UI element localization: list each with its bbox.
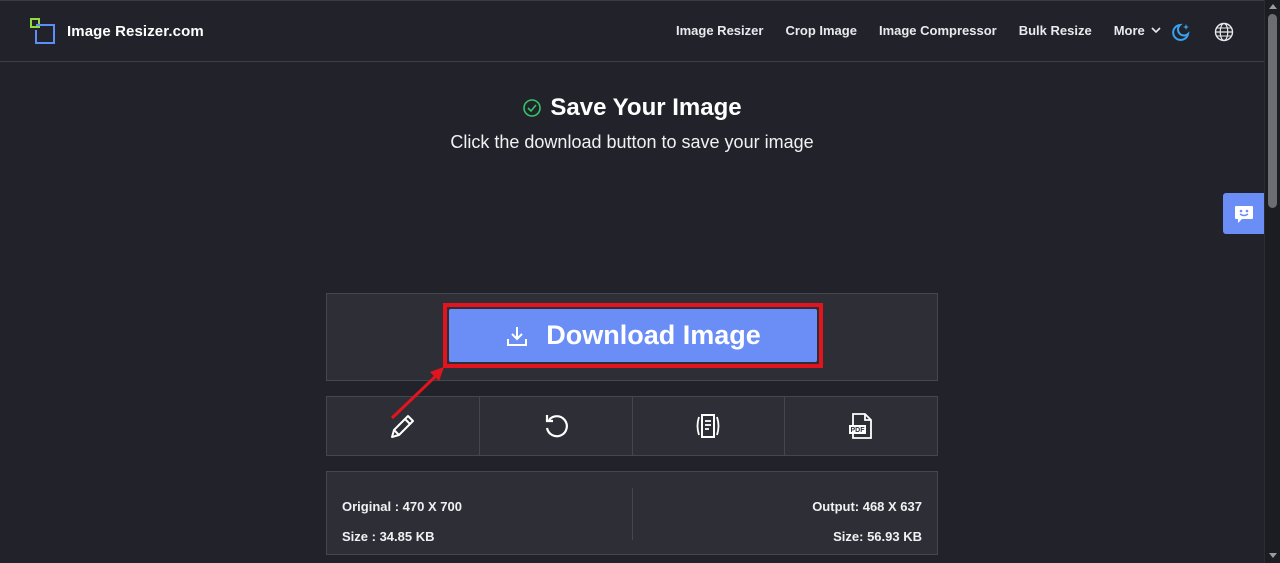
nav-item-crop-image[interactable]: Crop Image <box>785 23 857 38</box>
download-icon <box>507 326 528 346</box>
undo-tool-button[interactable] <box>480 397 633 455</box>
nav-item-bulk-resize[interactable]: Bulk Resize <box>1019 23 1092 38</box>
undo-icon <box>545 415 568 438</box>
nav-item-image-compressor[interactable]: Image Compressor <box>879 23 997 38</box>
original-size: Size : 34.85 KB <box>342 529 435 544</box>
brand-link[interactable]: Image Resizer.com <box>30 18 204 45</box>
top-navigation: Image Resizer.com Image Resizer Crop Ima… <box>0 0 1264 62</box>
document-tool-button[interactable] <box>633 397 786 455</box>
page-title: Save Your Image <box>550 94 742 121</box>
moon-icon <box>1172 23 1190 41</box>
document-icon <box>696 414 720 438</box>
chat-smile-icon <box>1234 205 1253 223</box>
nav-more-label: More <box>1113 23 1145 38</box>
main-nav: Image Resizer Crop Image Image Compresso… <box>676 23 1161 38</box>
logo-icon <box>30 18 55 44</box>
page-header: Save Your Image Click the download butto… <box>0 94 1264 153</box>
pdf-icon-text: PDF <box>851 427 866 434</box>
language-button[interactable] <box>1214 22 1234 47</box>
page-scrollbar[interactable] <box>1264 0 1280 563</box>
scroll-thumb[interactable] <box>1268 14 1277 208</box>
pdf-tool-button[interactable]: PDF <box>785 397 937 455</box>
page-subtitle: Click the download button to save your i… <box>450 132 814 152</box>
image-info-panel: Original : 470 X 700 Size : 34.85 KB Out… <box>326 471 938 555</box>
chevron-down-icon <box>1151 27 1161 34</box>
check-circle-icon <box>523 99 542 117</box>
annotation-arrow-icon <box>390 367 444 420</box>
output-size: Size: 56.93 KB <box>833 529 922 544</box>
info-divider <box>632 488 633 540</box>
download-image-button[interactable]: Download Image <box>449 309 817 362</box>
nav-more-dropdown[interactable]: More <box>1114 23 1161 38</box>
original-info: Original : 470 X 700 Size : 34.85 KB <box>342 492 462 552</box>
feedback-chat-button[interactable] <box>1223 193 1264 234</box>
download-image-label: Download Image <box>546 320 761 350</box>
scroll-up-arrow-icon[interactable] <box>1269 4 1277 9</box>
brand-name: Image Resizer.com <box>67 23 204 40</box>
title-row: Save Your Image <box>0 94 1264 122</box>
theme-toggle-button[interactable] <box>1171 22 1191 47</box>
output-info: Output: 468 X 637 Size: 56.93 KB <box>812 492 922 552</box>
original-dimensions: Original : 470 X 700 <box>342 499 462 514</box>
scroll-down-arrow-icon[interactable] <box>1269 553 1277 558</box>
nav-item-image-resizer[interactable]: Image Resizer <box>676 23 763 38</box>
pdf-icon: PDF <box>849 413 873 439</box>
globe-icon <box>1214 22 1234 42</box>
output-dimensions: Output: 468 X 637 <box>812 499 922 514</box>
